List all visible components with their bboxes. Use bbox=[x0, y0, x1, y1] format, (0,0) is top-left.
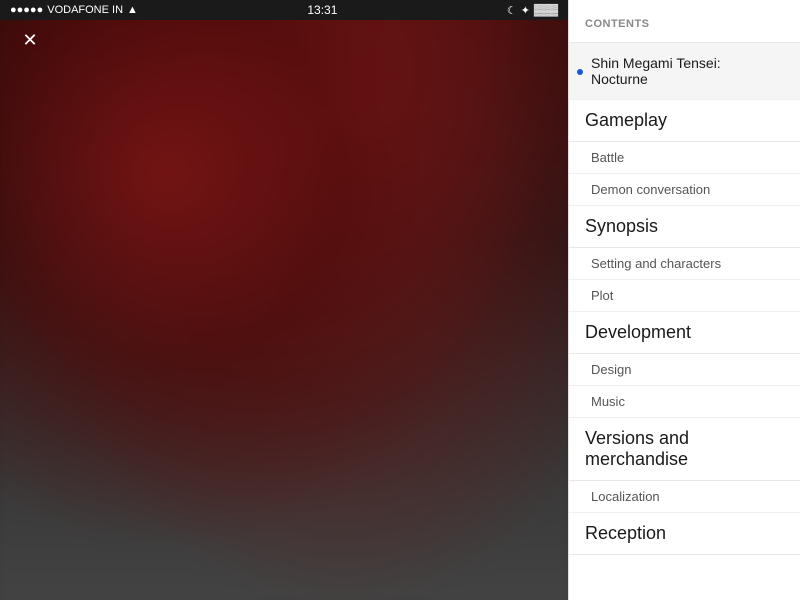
toc-link-synopsis[interactable]: Synopsis bbox=[569, 206, 800, 248]
time-display: 13:31 bbox=[307, 3, 337, 17]
signal-dots: ●●●●● bbox=[10, 4, 43, 16]
battery-icon: ▓▓▓ bbox=[534, 4, 558, 16]
main-content: ●●●●● VODAFONE IN ▲ 13:31 ☾ ✦ ▓▓▓ ✕ bbox=[0, 0, 568, 600]
sidebar-toc: CONTENTS Shin Megami Tensei:Nocturne Gam… bbox=[568, 0, 800, 600]
toc-link-setting[interactable]: Setting and characters bbox=[569, 248, 800, 280]
wifi-icon: ▲ bbox=[127, 4, 138, 16]
status-bar: ●●●●● VODAFONE IN ▲ 13:31 ☾ ✦ ▓▓▓ bbox=[0, 0, 568, 20]
toc-link-shin-megami[interactable]: Shin Megami Tensei:Nocturne bbox=[569, 43, 800, 100]
toc-item-development[interactable]: Development bbox=[569, 312, 800, 354]
toc-item-demon-conversation[interactable]: Demon conversation bbox=[569, 174, 800, 206]
background-image bbox=[0, 0, 568, 600]
status-right: ☾ ✦ ▓▓▓ bbox=[507, 4, 558, 17]
carrier-label: VODAFONE IN bbox=[47, 4, 123, 16]
toc-link-reception[interactable]: Reception bbox=[569, 513, 800, 555]
toc-link-music[interactable]: Music bbox=[569, 386, 800, 418]
contents-title: CONTENTS bbox=[585, 18, 650, 30]
moon-icon: ☾ bbox=[507, 4, 517, 17]
close-icon: ✕ bbox=[22, 31, 37, 49]
toc-item-localization[interactable]: Localization bbox=[569, 481, 800, 513]
active-indicator bbox=[577, 69, 583, 75]
toc-item-reception[interactable]: Reception bbox=[569, 513, 800, 555]
toc-link-localization[interactable]: Localization bbox=[569, 481, 800, 513]
toc-item-shin-megami[interactable]: Shin Megami Tensei:Nocturne bbox=[569, 43, 800, 100]
toc-item-plot[interactable]: Plot bbox=[569, 280, 800, 312]
close-button[interactable]: ✕ bbox=[15, 25, 45, 55]
toc-link-design[interactable]: Design bbox=[569, 354, 800, 386]
toc-link-battle[interactable]: Battle bbox=[569, 142, 800, 174]
toc-link-demon-conversation[interactable]: Demon conversation bbox=[569, 174, 800, 206]
toc-item-music[interactable]: Music bbox=[569, 386, 800, 418]
toc-item-versions[interactable]: Versions and merchandise bbox=[569, 418, 800, 481]
bluetooth-icon: ✦ bbox=[521, 4, 530, 17]
toc-link-plot[interactable]: Plot bbox=[569, 280, 800, 312]
toc-item-setting[interactable]: Setting and characters bbox=[569, 248, 800, 280]
toc-link-versions[interactable]: Versions and merchandise bbox=[569, 418, 800, 481]
toc-item-gameplay[interactable]: Gameplay bbox=[569, 100, 800, 142]
toc-link-development[interactable]: Development bbox=[569, 312, 800, 354]
status-left: ●●●●● VODAFONE IN ▲ bbox=[10, 4, 138, 16]
toc-list: Shin Megami Tensei:Nocturne Gameplay Bat… bbox=[569, 43, 800, 555]
toc-item-battle[interactable]: Battle bbox=[569, 142, 800, 174]
toc-link-gameplay[interactable]: Gameplay bbox=[569, 100, 800, 142]
contents-header: CONTENTS bbox=[569, 0, 800, 43]
toc-item-synopsis[interactable]: Synopsis bbox=[569, 206, 800, 248]
toc-item-design[interactable]: Design bbox=[569, 354, 800, 386]
